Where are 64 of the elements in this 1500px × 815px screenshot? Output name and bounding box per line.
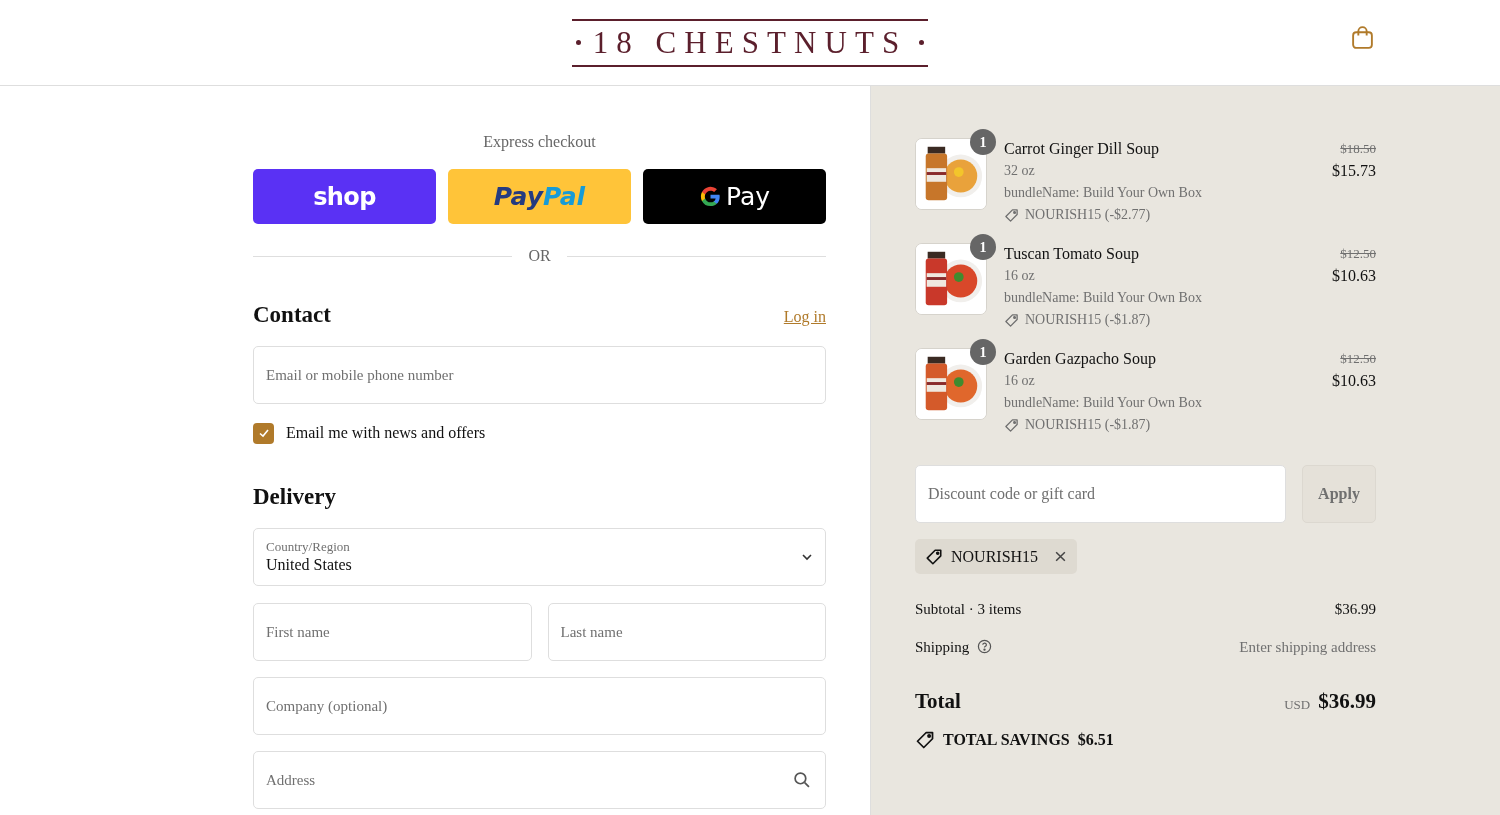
close-icon[interactable] (1054, 550, 1068, 563)
price: $15.73 (1332, 161, 1376, 181)
google-pay-button[interactable]: Pay (643, 169, 826, 224)
discount-code: NOURISH15 (951, 546, 1039, 567)
discount-line: NOURISH15 (-$1.87) (1025, 311, 1151, 329)
total-label: Total (915, 688, 961, 715)
price: $10.63 (1332, 371, 1376, 391)
google-g-icon (698, 185, 722, 208)
price: $10.63 (1332, 266, 1376, 286)
tag-icon (1004, 417, 1019, 433)
total-value: $36.99 (1318, 688, 1376, 715)
discount-code-field[interactable]: Discount code or gift card (915, 465, 1286, 523)
express-checkout-title: Express checkout (482, 132, 597, 152)
email-field[interactable]: Email or mobile phone number (253, 346, 826, 404)
logo[interactable]: 18 CHESTNUTS (571, 18, 929, 67)
product-size: 16 oz (1004, 372, 1036, 390)
checkmark-icon (257, 427, 270, 439)
or-divider-label: OR (528, 246, 551, 266)
apply-button[interactable]: Apply (1302, 465, 1376, 523)
total-savings-label: TOTAL SAVINGS (943, 729, 1070, 750)
tag-icon (1004, 207, 1019, 223)
original-price: $12.50 (1340, 245, 1376, 263)
last-name-field[interactable]: Last name (547, 603, 826, 661)
address-field[interactable]: Address (253, 751, 826, 809)
quantity-badge: 1 (970, 234, 996, 260)
section-heading: Contact (253, 301, 331, 329)
original-price: $12.50 (1340, 350, 1376, 368)
chevron-down-icon (801, 551, 813, 563)
shipping-value: Enter shipping address (1239, 637, 1376, 657)
shopping-bag-icon[interactable] (1351, 25, 1374, 50)
field-value: United States (266, 555, 353, 575)
country-select[interactable]: Country/Region United States (253, 528, 826, 586)
product-size: 16 oz (1004, 267, 1036, 285)
product-size: 32 oz (1004, 162, 1036, 180)
paypal-button[interactable]: PayPal (448, 169, 631, 224)
shipping-label: Shipping (915, 637, 970, 657)
section-heading: Delivery (253, 483, 337, 511)
checkbox-label: Email me with news and offers (286, 423, 486, 443)
currency-code: USD (1284, 696, 1311, 714)
quantity-badge: 1 (970, 129, 996, 155)
help-icon[interactable] (977, 639, 993, 655)
search-icon (793, 771, 810, 788)
total-savings-value: $6.51 (1077, 729, 1114, 750)
product-name: Tuscan Tomato Soup (1004, 244, 1140, 265)
discount-line: NOURISH15 (-$2.77) (1025, 206, 1151, 224)
log-in-link[interactable]: Log in (783, 305, 826, 329)
first-name-field[interactable]: First name (253, 603, 532, 661)
subtotal-label: Subtotal · 3 items (915, 600, 1022, 619)
subtotal-value: $36.99 (1334, 600, 1376, 619)
bundle-name: bundleName: Build Your Own Box (1004, 394, 1203, 412)
tag-icon (925, 547, 943, 566)
tag-icon (915, 729, 935, 750)
bundle-name: bundleName: Build Your Own Box (1004, 184, 1203, 202)
product-name: Garden Gazpacho Soup (1004, 349, 1157, 370)
checkbox[interactable] (253, 422, 274, 444)
quantity-badge: 1 (970, 339, 996, 365)
original-price: $18.50 (1340, 140, 1376, 158)
shop-pay-button[interactable]: shop (253, 169, 436, 224)
tag-icon (1004, 312, 1019, 328)
discount-line: NOURISH15 (-$1.87) (1025, 416, 1151, 434)
field-label: Country/Region (266, 539, 351, 555)
company-field[interactable]: Company (optional) (253, 677, 826, 735)
bundle-name: bundleName: Build Your Own Box (1004, 289, 1203, 307)
product-name: Carrot Ginger Dill Soup (1004, 139, 1161, 160)
